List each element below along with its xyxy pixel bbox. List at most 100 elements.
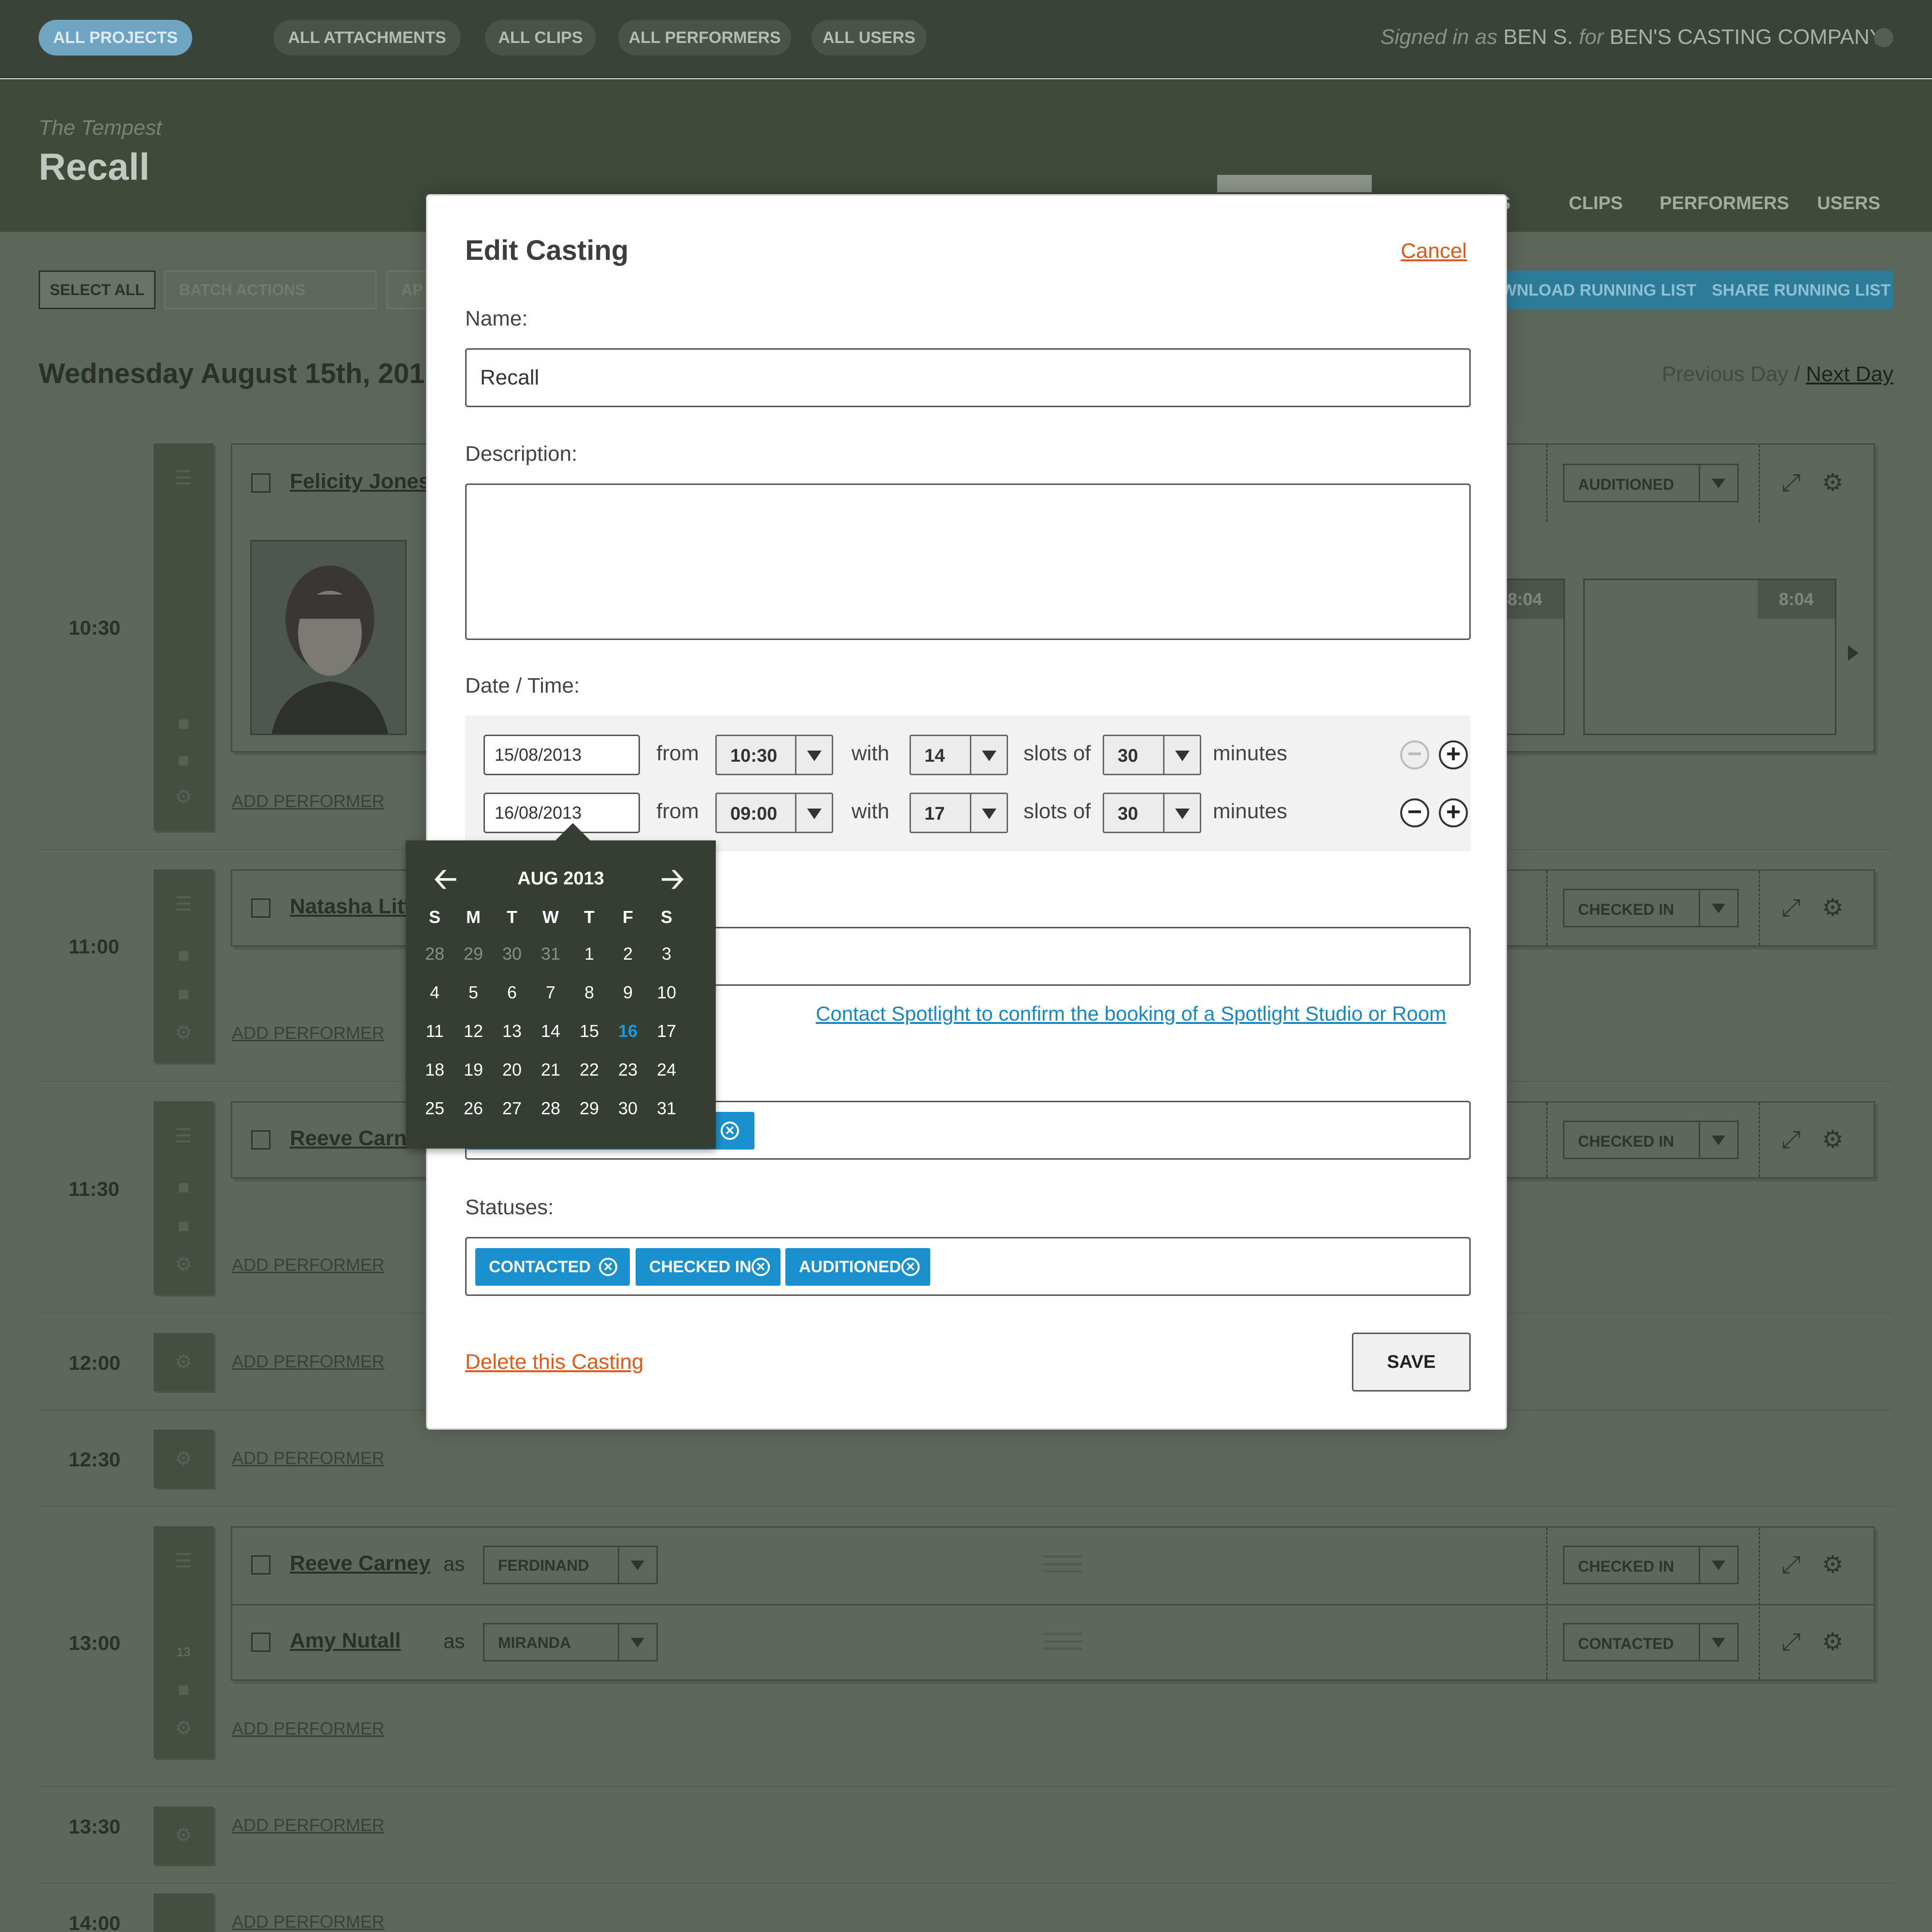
- cancel-link[interactable]: Cancel: [1401, 239, 1467, 263]
- calendar-day[interactable]: 15: [575, 1021, 604, 1041]
- download-running-list-button[interactable]: WNLOAD RUNNING LIST: [1501, 281, 1696, 300]
- expand-icon[interactable]: ⤢: [1781, 895, 1801, 920]
- gear-icon[interactable]: ⚙: [1822, 895, 1844, 920]
- nav-all-performers[interactable]: ALL PERFORMERS: [618, 20, 791, 56]
- add-performer-link[interactable]: ADD PERFORMER: [232, 1719, 384, 1739]
- performer-checkbox[interactable]: [251, 1555, 270, 1575]
- video-icon[interactable]: ■: [172, 1680, 195, 1699]
- status-dropdown[interactable]: CHECKED IN: [1563, 1546, 1739, 1584]
- remove-tag-icon[interactable]: ×: [752, 1258, 770, 1276]
- name-input[interactable]: [465, 348, 1471, 407]
- gear-icon[interactable]: ⚙: [172, 787, 195, 807]
- add-performer-link[interactable]: ADD PERFORMER: [232, 1912, 384, 1932]
- share-running-list-button[interactable]: SHARE RUNNING LIST: [1712, 281, 1890, 300]
- comment-icon[interactable]: ■: [172, 1178, 195, 1197]
- gear-icon[interactable]: ⚙: [172, 1826, 195, 1845]
- calendar-day[interactable]: 30: [613, 1098, 642, 1119]
- drag-handle-icon[interactable]: ☰: [172, 469, 195, 488]
- slot-count-select[interactable]: 17: [909, 793, 1008, 833]
- gear-icon[interactable]: ⚙: [1822, 1630, 1844, 1654]
- role-dropdown[interactable]: MIRANDA: [483, 1623, 658, 1662]
- nav-all-users[interactable]: ALL USERS: [811, 20, 926, 56]
- remove-tag-icon[interactable]: ×: [721, 1122, 739, 1140]
- gear-icon[interactable]: ⚙: [172, 1352, 195, 1372]
- spotlight-booking-link[interactable]: Contact Spotlight to confirm the booking…: [816, 1002, 1446, 1025]
- delete-casting-link[interactable]: Delete this Casting: [465, 1350, 643, 1374]
- nav-all-attachments[interactable]: ALL ATTACHMENTS: [273, 20, 461, 56]
- add-performer-link[interactable]: ADD PERFORMER: [232, 1448, 384, 1468]
- calendar-day[interactable]: 23: [613, 1060, 642, 1080]
- performer-name-link[interactable]: Reeve Carne: [290, 1126, 419, 1151]
- video-icon[interactable]: ■: [172, 751, 195, 770]
- calendar-day[interactable]: 30: [497, 944, 526, 964]
- statuses-input[interactable]: CONTACTED × CHECKED IN × AUDITIONED ×: [465, 1237, 1471, 1296]
- add-performer-link[interactable]: ADD PERFORMER: [232, 791, 384, 811]
- gear-icon[interactable]: ⚙: [172, 1719, 195, 1738]
- expand-icon[interactable]: ⤢: [1781, 1552, 1801, 1577]
- drag-handle-icon[interactable]: ☰: [172, 1126, 195, 1146]
- expand-icon[interactable]: ⤢: [1781, 1127, 1801, 1151]
- add-slot-plus-icon[interactable]: +: [1439, 798, 1468, 827]
- project-nav-users[interactable]: USERS: [1817, 193, 1880, 214]
- calendar-day[interactable]: 22: [575, 1060, 604, 1080]
- calendar-day[interactable]: 17: [652, 1021, 681, 1041]
- calendar-day[interactable]: 8: [575, 982, 604, 1003]
- next-day-link[interactable]: Next Day: [1806, 362, 1893, 386]
- add-performer-link[interactable]: ADD PERFORMER: [232, 1815, 384, 1835]
- calendar-day[interactable]: 28: [420, 944, 449, 964]
- date-input[interactable]: 15/08/2013: [483, 735, 640, 775]
- drag-handle-icon[interactable]: ☰: [172, 895, 195, 914]
- reorder-handle-icon[interactable]: [1043, 1633, 1082, 1650]
- calendar-day[interactable]: 6: [497, 982, 526, 1003]
- gear-icon[interactable]: ⚙: [172, 1255, 195, 1274]
- drag-handle-icon[interactable]: ☰: [172, 1551, 195, 1571]
- nav-all-clips[interactable]: ALL CLIPS: [485, 20, 596, 56]
- previous-day-link[interactable]: Previous Day: [1662, 362, 1789, 386]
- comment-icon[interactable]: ■: [172, 714, 195, 733]
- calendar-day[interactable]: 5: [459, 982, 488, 1003]
- calendar-day[interactable]: 3: [652, 944, 681, 964]
- performer-name-link[interactable]: Reeve Carney: [290, 1551, 430, 1576]
- user-name[interactable]: BEN S.: [1503, 25, 1573, 49]
- gear-icon[interactable]: ⚙: [1822, 1552, 1844, 1577]
- calendar-day[interactable]: 24: [652, 1060, 681, 1080]
- remove-slot-minus-icon[interactable]: −: [1400, 798, 1429, 827]
- add-performer-link[interactable]: ADD PERFORMER: [232, 1023, 384, 1043]
- start-time-select[interactable]: 09:00: [715, 793, 833, 833]
- slot-length-select[interactable]: 30: [1103, 793, 1201, 833]
- calendar-day[interactable]: 7: [536, 982, 565, 1003]
- gear-icon[interactable]: ⚙: [172, 1023, 195, 1042]
- reorder-handle-icon[interactable]: [1043, 1555, 1082, 1573]
- video-icon[interactable]: ■: [172, 984, 195, 1004]
- calendar-day[interactable]: 11: [420, 1021, 449, 1041]
- calendar-day[interactable]: 12: [459, 1021, 488, 1041]
- slot-length-select[interactable]: 30: [1103, 735, 1201, 775]
- calendar-day[interactable]: 21: [536, 1060, 565, 1080]
- nav-all-projects[interactable]: ALL PROJECTS: [39, 20, 192, 56]
- calendar-day[interactable]: 10: [652, 982, 681, 1003]
- remove-slot-minus-icon[interactable]: −: [1400, 740, 1429, 769]
- calendar-day[interactable]: 19: [459, 1060, 488, 1080]
- calendar-day[interactable]: 9: [613, 982, 642, 1003]
- project-nav-clips[interactable]: CLIPS: [1569, 193, 1623, 214]
- performer-name-link[interactable]: Amy Nutall: [290, 1629, 401, 1653]
- add-performer-link[interactable]: ADD PERFORMER: [232, 1255, 384, 1275]
- next-month-arrow-icon[interactable]: 🡢: [661, 865, 684, 894]
- performer-name-link[interactable]: Felicity Jones: [290, 469, 430, 494]
- expand-icon[interactable]: ⤢: [1781, 1630, 1801, 1654]
- calendar-day[interactable]: 1: [575, 944, 604, 964]
- performer-checkbox[interactable]: [251, 1633, 270, 1652]
- calendar-day[interactable]: 28: [536, 1098, 565, 1119]
- calendar-day[interactable]: 27: [497, 1098, 526, 1119]
- video-icon[interactable]: ■: [172, 1216, 195, 1236]
- calendar-day[interactable]: 25: [420, 1098, 449, 1119]
- slot-count-select[interactable]: 14: [909, 735, 1008, 775]
- performer-checkbox[interactable]: [251, 473, 270, 493]
- gear-icon[interactable]: ⚙: [172, 1449, 195, 1468]
- calendar-day[interactable]: 29: [575, 1098, 604, 1119]
- status-dropdown[interactable]: AUDITIONED: [1563, 464, 1739, 502]
- calendar-day[interactable]: 16: [613, 1021, 642, 1041]
- calendar-day[interactable]: 20: [497, 1060, 526, 1080]
- status-dropdown[interactable]: CONTACTED: [1563, 1623, 1739, 1662]
- start-time-select[interactable]: 10:30: [715, 735, 833, 775]
